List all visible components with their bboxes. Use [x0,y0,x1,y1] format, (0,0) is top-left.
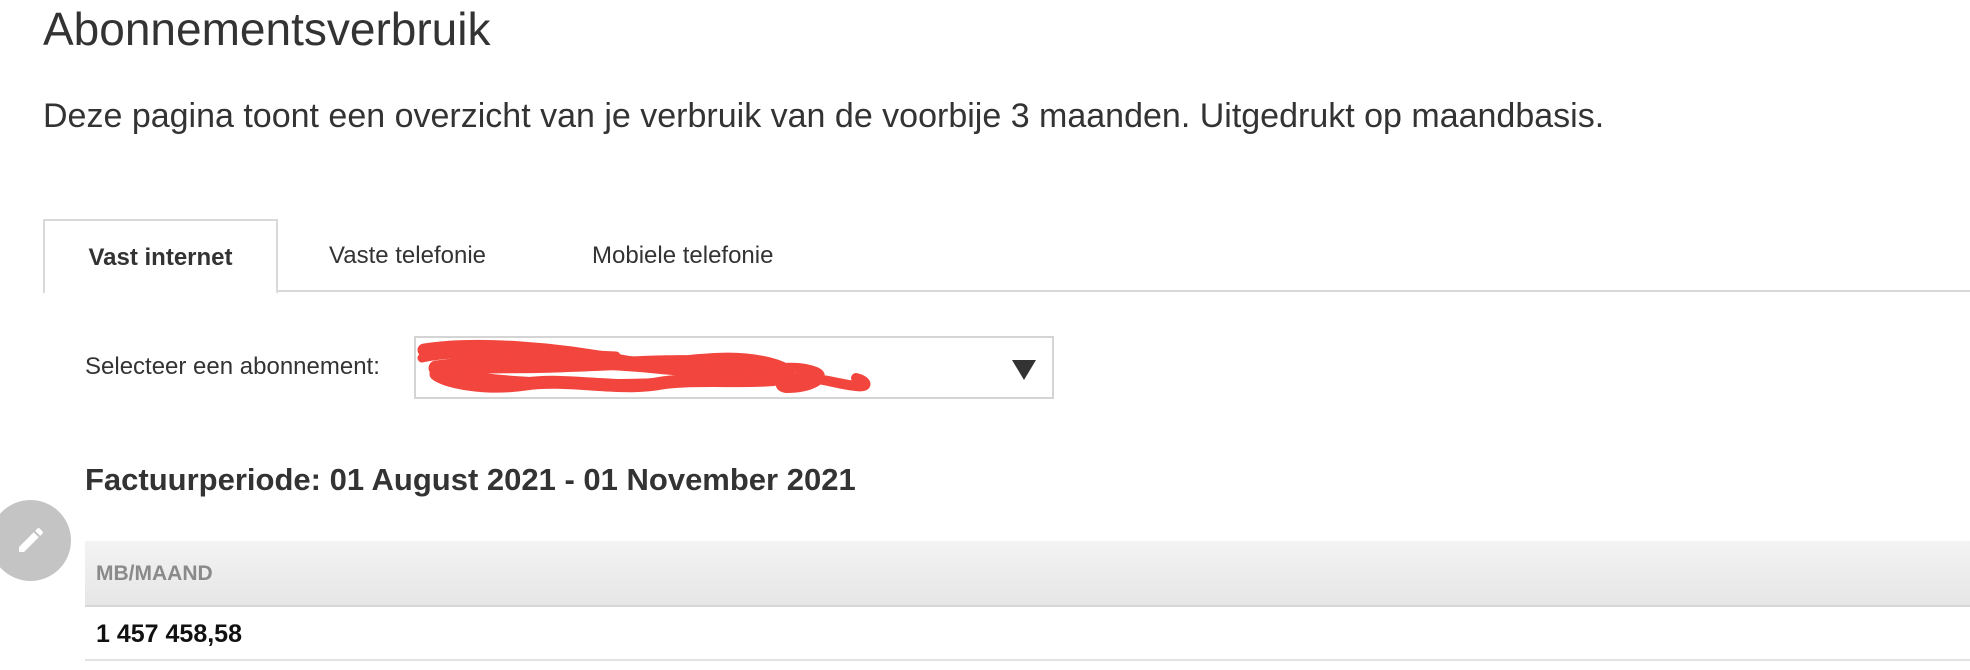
subscription-select-label: Selecteer een abonnement: [85,353,380,380]
pencil-icon [19,527,44,552]
tab-mobiele-telefonie[interactable]: Mobiele telefonie [592,219,773,292]
page-title: Abonnementsverbruik [43,3,491,55]
page-intro: Deze pagina toont een overzicht van je v… [43,97,1605,135]
edit-button[interactable] [0,500,71,581]
tab-vaste-telefonie[interactable]: Vaste telefonie [329,219,486,292]
tab-bar: Vast internet Vaste telefonie Mobiele te… [43,219,1970,294]
usage-value: 1 457 458,58 [96,620,242,648]
triangle-down-icon [1012,360,1036,380]
redaction-scribble [417,339,871,393]
usage-table: MB/MAAND 1 457 458,58 [85,541,1970,661]
column-header-mb-maand: MB/MAAND [96,562,213,585]
subscription-select[interactable] [414,336,1054,399]
table-header-row: MB/MAAND [85,541,1970,607]
table-row: 1 457 458,58 [85,607,1970,661]
billing-period-heading: Factuurperiode: 01 August 2021 - 01 Nove… [85,462,856,497]
tab-vast-internet[interactable]: Vast internet [43,219,278,294]
